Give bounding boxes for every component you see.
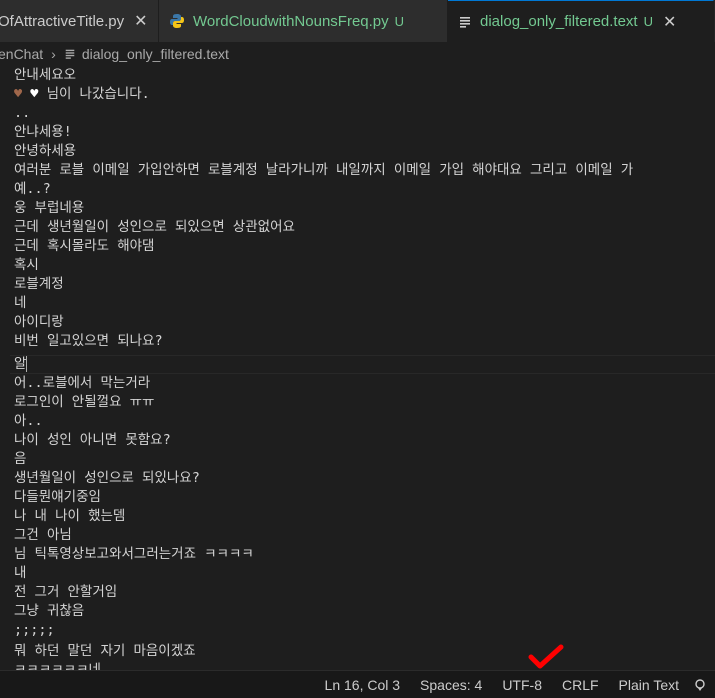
white-heart-icon: ♥ — [30, 86, 39, 102]
status-bar: Ln 16, Col 3 Spaces: 4 UTF-8 CRLF Plain … — [0, 670, 715, 698]
breadcrumb: enChat › dialog_only_filtered.text — [0, 42, 715, 66]
editor-line: ♥ ♥ 님이 나갔습니다. — [14, 85, 150, 104]
editor-line: 혹시 — [14, 257, 39, 273]
editor-line: 어..로블에서 막는거라 — [14, 375, 151, 391]
cursor-position[interactable]: Ln 16, Col 3 — [325, 677, 401, 693]
encoding-selector[interactable]: UTF-8 — [502, 677, 542, 693]
text-file-icon — [65, 49, 75, 59]
editor-line: 뭐 하던 말던 자기 마음이겠죠 — [14, 643, 196, 659]
editor-line: ㅋㅋㅋㅋㅋㅋ네 — [14, 662, 101, 670]
editor-line: 다들뭔얘기중임 — [14, 489, 101, 505]
editor-line: 알 — [14, 355, 28, 374]
editor-line: 아이디랑 — [14, 314, 64, 330]
indentation-setting[interactable]: Spaces: 4 — [420, 677, 482, 693]
breadcrumb-file[interactable]: dialog_only_filtered.text — [82, 46, 229, 62]
untracked-badge: U — [643, 14, 653, 29]
current-line-highlight — [10, 355, 715, 374]
editor-line: 음 — [14, 451, 27, 467]
editor-line: 그건 아님 — [14, 527, 72, 543]
eol-selector[interactable]: CRLF — [562, 677, 599, 693]
editor-line: 여러분 로블 이메일 가입안하면 로블계정 날라가니까 내일까지 이메일 가입 … — [14, 162, 634, 178]
close-icon[interactable]: ✕ — [663, 12, 676, 32]
editor-line: 비번 일고있으면 되나요? — [14, 333, 163, 349]
editor-line: 그냥 귀찮음 — [14, 603, 85, 619]
editor-line: 로그인이 안될껄요 ㅠㅠ — [14, 394, 155, 410]
editor-line: 나 내 나이 했는뎀 — [14, 508, 126, 524]
text-cursor — [26, 356, 28, 372]
tab-label: OfAttractiveTitle.py — [0, 12, 125, 30]
editor-line: 님 틱톡영상보고와서그러는거죠 ㅋㅋㅋㅋ — [14, 546, 254, 562]
brown-heart-icon: ♥ — [14, 86, 23, 102]
editor-line: 나이 성인 아니면 못함요? — [14, 432, 171, 448]
chevron-right-icon: › — [51, 46, 56, 62]
editor-line: 안냐세용! — [14, 124, 72, 140]
tab-label: WordCloudwithNounsFreq.py — [193, 12, 389, 30]
tab-wordcloud[interactable]: WordCloudwithNounsFreq.py U — [159, 0, 448, 42]
editor-line: 생년월일이 성인으로 되있나요? — [14, 470, 200, 486]
tab-label: dialog_only_filtered.text — [480, 13, 638, 30]
close-icon[interactable]: ✕ — [134, 11, 147, 31]
editor-line: 안내세요오 — [14, 67, 77, 83]
editor-line: 네 — [14, 295, 27, 311]
tab-dialog-filtered[interactable]: dialog_only_filtered.text U ✕ — [448, 0, 714, 42]
editor-line: 아.. — [14, 413, 43, 429]
editor-line: 안녕하세용 — [14, 143, 77, 159]
text-editor[interactable]: 안내세요오 ♥ ♥ 님이 나갔습니다. .. 안냐세용! 안녕하세용 여러분 로… — [0, 66, 715, 670]
editor-line: 근데 생년월일이 성인으로 되있으면 상관없어요 — [14, 219, 295, 235]
editor-line: 근데 혹시몰라도 해야댐 — [14, 238, 155, 254]
python-icon — [170, 14, 184, 28]
tab-attractive-title[interactable]: OfAttractiveTitle.py ✕ — [0, 0, 159, 42]
text-file-icon — [460, 16, 470, 28]
editor-tab-bar: OfAttractiveTitle.py ✕ WordCloudwithNoun… — [0, 0, 715, 42]
editor-line: 내 — [14, 565, 27, 581]
untracked-badge: U — [394, 13, 405, 29]
language-mode[interactable]: Plain Text — [619, 677, 679, 693]
editor-line-text: 알 — [14, 356, 27, 372]
editor-line: ;;;;; — [14, 622, 55, 638]
editor-line-text: 님이 나갔습니다. — [46, 86, 150, 102]
notifications-icon[interactable] — [693, 678, 707, 692]
editor-line: 로블계정 — [14, 276, 64, 292]
breadcrumb-folder[interactable]: enChat — [0, 46, 43, 62]
editor-line: 전 그거 안할거임 — [14, 584, 118, 600]
editor-line: 웅 부럽네용 — [14, 200, 85, 216]
editor-line: .. — [14, 105, 31, 121]
editor-line: 예..? — [14, 181, 51, 197]
red-checkmark-icon — [528, 644, 564, 669]
